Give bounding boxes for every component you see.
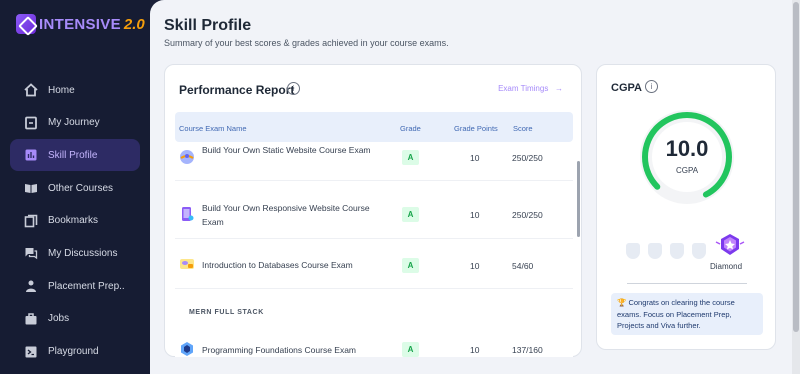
page-scrollbar[interactable] [792,0,800,374]
programming-foundations-icon [181,342,193,356]
sidebar-item-other-courses[interactable]: Other Courses [10,172,140,204]
sidebar-item-home[interactable]: Home [10,74,140,106]
table-body: Build Your Own Static Website Course Exa… [175,143,573,357]
logo-icon [16,14,36,34]
journey-icon [25,116,37,130]
cgpa-title: CGPA [611,82,642,94]
divider [627,283,747,284]
score: 137/160 [512,345,543,355]
page-title: Skill Profile [164,17,252,34]
briefcase-icon [25,313,37,325]
grade-points: 10 [470,210,480,220]
table-scrollbar[interactable] [577,161,580,237]
brand-name: INTENSIVE [39,15,121,33]
cgpa-gauge: 10.0 CGPA [637,107,737,207]
table-header: Course Exam Name Grade Grade Points Scor… [175,112,573,142]
responsive-website-icon [182,207,194,221]
discussion-icon [25,248,38,260]
brand-version: 2.0 [123,15,145,33]
info-icon[interactable]: i [645,80,658,93]
sidebar-item-playground[interactable]: Playground [10,336,140,368]
column-header-grade: Grade [400,124,421,133]
performance-report-title: Performance Report [179,83,295,97]
info-icon[interactable]: i [287,82,300,95]
cgpa-label: CGPA [675,166,699,175]
tier-badge-locked [670,243,684,259]
score: 54/60 [512,261,534,271]
grade-points: 10 [470,153,480,163]
table-row[interactable]: Introduction to Databases Course Exam A … [175,241,573,289]
congrats-message: 🏆 Congrats on clearing the course exams.… [611,293,763,335]
scrollbar-thumb[interactable] [793,2,799,332]
trophy-icon: 🏆 [617,298,627,307]
sidebar: INTENSIVE 2.0 Home My Journey Skill Prof… [0,0,150,374]
sidebar-item-bookmarks[interactable]: Bookmarks [10,205,140,237]
bookmark-icon [24,214,38,228]
grade-badge: A [402,150,419,165]
table-row[interactable]: Build Your Own Responsive Website Course… [175,191,573,239]
brand-logo[interactable]: INTENSIVE 2.0 [16,14,145,34]
score: 250/250 [512,153,543,163]
course-exam-name: Build Your Own Static Website Course Exa… [202,145,371,155]
sidebar-item-placement-prep[interactable]: Placement Prep.. [10,270,140,302]
score: 250/250 [512,210,543,220]
performance-report-card: Performance Report i Exam Timings → Cour… [164,64,582,357]
sidebar-item-label: Jobs [48,313,70,325]
grade-badge: A [402,258,419,273]
cgpa-value: 10.0 [665,136,709,161]
home-icon [24,83,38,97]
grade-points: 10 [470,261,480,271]
tier-badge-locked [626,243,640,259]
grade-badge: A [402,342,419,357]
course-exam-name: Introduction to Databases Course Exam [202,260,353,270]
course-exam-name: Build Your Own Responsive Website Course… [202,203,370,227]
main-content: Skill Profile Summary of your best score… [150,0,792,374]
database-icon [180,259,194,269]
tier-badge-locked [648,243,662,259]
sidebar-item-jobs[interactable]: Jobs [10,303,140,335]
sidebar-item-label: My Journey [48,117,100,129]
sidebar-item-label: Playground [48,346,99,357]
table-row[interactable]: Build Your Own Static Website Course Exa… [175,143,573,181]
sidebar-item-label: My Discussions [48,247,118,259]
sidebar-item-label: Skill Profile [48,149,98,161]
page-subtitle: Summary of your best scores & grades ach… [164,38,449,48]
sidebar-item-my-discussions[interactable]: My Discussions [10,237,140,269]
book-icon [25,184,37,194]
course-exam-name: Programming Foundations Course Exam [202,345,357,355]
sidebar-item-skill-profile[interactable]: Skill Profile [10,139,140,172]
static-website-icon [180,150,194,164]
terminal-icon [25,346,37,357]
column-header-score: Score [513,124,533,133]
sidebar-nav: Home My Journey Skill Profile Other Cour… [10,74,140,368]
level-label: Diamond [710,262,743,271]
arrow-right-icon: → [550,84,563,93]
sidebar-item-my-journey[interactable]: My Journey [10,107,140,139]
grade-badge: A [402,207,419,222]
exam-timings-link[interactable]: Exam Timings → [498,84,563,93]
cgpa-card: CGPA i 10.0 CGPA Diamond 🏆 Congrats on c… [596,64,776,350]
diamond-badge-icon [715,234,745,255]
sidebar-item-label: Bookmarks [48,215,99,227]
grade-points: 10 [470,345,480,355]
table-row[interactable]: Programming Foundations Course Exam A 10… [175,331,573,357]
tier-badge-locked [692,243,706,259]
sidebar-item-label: Other Courses [48,182,114,194]
sidebar-item-label: Home [48,84,75,96]
column-header-course: Course Exam Name [179,124,247,133]
section-label: MERN FULL STACK [189,309,264,316]
placement-icon [26,280,36,293]
column-header-grade-points: Grade Points [454,124,498,133]
skill-profile-icon [25,149,37,161]
sidebar-item-label: Placement Prep.. [48,280,125,292]
